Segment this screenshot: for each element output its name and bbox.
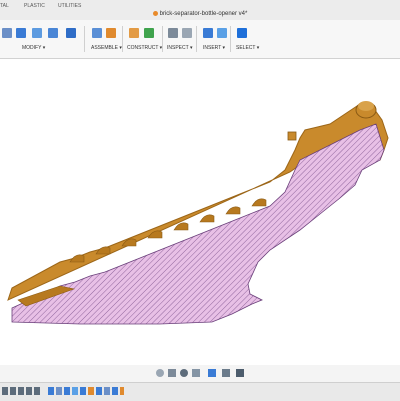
offset-plane-icon[interactable] xyxy=(129,28,139,38)
timeline-feature[interactable] xyxy=(88,387,94,395)
insert-derive-icon[interactable] xyxy=(203,28,213,38)
toolbar-divider xyxy=(230,26,231,52)
timeline-feature[interactable] xyxy=(56,387,62,395)
tab-utilities[interactable]: UTILITIES xyxy=(58,3,81,9)
first-icon[interactable] xyxy=(2,387,8,395)
timeline-feature[interactable] xyxy=(64,387,70,395)
joint-icon[interactable] xyxy=(106,28,116,38)
measure-icon[interactable] xyxy=(168,28,178,38)
play-icon[interactable] xyxy=(18,387,24,395)
fit-icon[interactable] xyxy=(192,369,200,377)
select-menu[interactable]: SELECT ▾ xyxy=(236,45,259,51)
document-title-text: brick-separator-bottle-opener v4* xyxy=(159,11,248,18)
timeline-feature[interactable] xyxy=(80,387,86,395)
viewports-icon[interactable] xyxy=(236,369,244,377)
model-knob-top xyxy=(358,101,374,111)
section-face xyxy=(11,123,385,325)
timeline-feature[interactable] xyxy=(72,387,78,395)
fillet-icon[interactable] xyxy=(16,28,26,38)
assemble-menu[interactable]: ASSEMBLE ▾ xyxy=(91,45,122,51)
pan-icon[interactable] xyxy=(168,369,176,377)
toolbar: TAL PLASTIC UTILITIES MODIFY ▾ ASSEMBLE … xyxy=(0,3,400,59)
section-analysis-icon[interactable] xyxy=(182,28,192,38)
tab-plastic[interactable]: PLASTIC xyxy=(24,3,45,9)
display-settings-icon[interactable] xyxy=(208,369,216,377)
modify-menu[interactable]: MODIFY ▾ xyxy=(22,45,45,51)
model-peg xyxy=(287,131,297,141)
construct-menu[interactable]: CONSTRUCT ▾ xyxy=(127,45,162,51)
select-icon[interactable] xyxy=(237,28,247,38)
document-icon xyxy=(152,11,158,16)
new-component-icon[interactable] xyxy=(92,28,102,38)
timeline-feature[interactable] xyxy=(112,387,118,395)
axis-icon[interactable] xyxy=(144,28,154,38)
viewport[interactable] xyxy=(0,59,400,365)
press-pull-icon[interactable] xyxy=(2,28,12,38)
chamfer-icon[interactable] xyxy=(32,28,42,38)
previous-icon[interactable] xyxy=(10,387,16,395)
last-icon[interactable] xyxy=(34,387,40,395)
model-view xyxy=(7,101,389,325)
toolbar-divider xyxy=(84,26,85,52)
timeline-marker[interactable] xyxy=(120,387,124,395)
toolbar-divider xyxy=(162,26,163,52)
toolbar-divider xyxy=(122,26,123,52)
navigation-bar xyxy=(0,365,400,382)
orbit-icon[interactable] xyxy=(156,369,164,377)
move-icon[interactable] xyxy=(66,28,76,38)
timeline-feature[interactable] xyxy=(104,387,110,395)
shell-icon[interactable] xyxy=(48,28,58,38)
timeline xyxy=(0,382,400,401)
insert-image-icon[interactable] xyxy=(217,28,227,38)
timeline-feature[interactable] xyxy=(48,387,54,395)
zoom-icon[interactable] xyxy=(180,369,188,377)
tab-tal[interactable]: TAL xyxy=(0,3,9,9)
timeline-feature[interactable] xyxy=(96,387,102,395)
insert-menu[interactable]: INSERT ▾ xyxy=(203,45,225,51)
document-title: brick-separator-bottle-opener v4* xyxy=(0,11,400,17)
grid-icon[interactable] xyxy=(222,369,230,377)
toolbar-divider xyxy=(196,26,197,52)
inspect-menu[interactable]: INSPECT ▾ xyxy=(167,45,192,51)
next-icon[interactable] xyxy=(26,387,32,395)
